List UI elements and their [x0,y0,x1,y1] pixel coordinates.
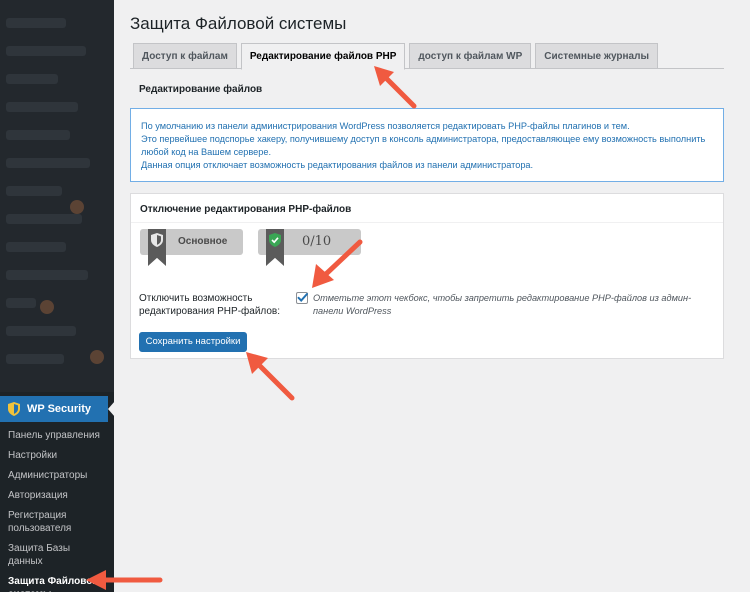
shield-check-icon [269,233,281,247]
notice-line: Данная опция отключает возможность редак… [141,160,534,170]
sidebar-item-wp-security[interactable]: WP Security [0,396,108,422]
setting-description: Отметьте этот чекбокс, чтобы запретить р… [313,293,692,316]
blurred-menu-area [0,0,114,392]
sidebar-item-filesystem-security[interactable]: Защита Файловой системы [0,572,114,592]
notice-line: Это первейшее подспорье хакеру, получивш… [141,134,706,157]
tab-php-file-editing[interactable]: Редактирование файлов PHP [240,43,406,70]
sidebar-submenu: Панель управления Настройки Администрато… [0,426,114,592]
sidebar-item-user-registration[interactable]: Регистрация пользователя [0,506,114,539]
notice-line: По умолчанию из панели администрирования… [141,121,630,131]
tab-file-access[interactable]: Доступ к файлам [133,43,237,69]
tab-system-logs[interactable]: Системные журналы [535,43,658,69]
page-title: Защита Файловой системы [130,14,347,33]
info-notice: По умолчанию из панели администрирования… [130,108,724,182]
save-settings-button[interactable]: Сохранить настройки [139,332,247,352]
setting-label: Отключить возможность редактирования PHP… [139,293,281,317]
section-heading: Редактирование файлов [139,84,263,95]
security-level-text: Основное [178,236,228,247]
sidebar-item-database-security[interactable]: Защита Базы данных [0,539,114,572]
sidebar-item-administrators[interactable]: Администраторы [0,466,114,486]
shield-icon [8,402,20,416]
tab-bar: Доступ к файлам Редактирование файлов PH… [130,43,724,70]
shield-icon [151,233,163,247]
sidebar-item-settings[interactable]: Настройки [0,446,114,466]
postbox-title: Отключение редактирования PHP-файлов [131,194,723,223]
security-points-badge: 0/10 [258,229,361,266]
sidebar-item-login[interactable]: Авторизация [0,486,114,506]
security-level-badge: Основное [140,229,243,266]
sidebar-item-label: WP Security [27,403,91,415]
security-points-text: 0/10 [302,234,332,249]
sidebar-item-dashboard[interactable]: Панель управления [0,426,114,446]
disable-php-editing-checkbox[interactable] [296,292,308,304]
checkmark-icon [297,293,308,302]
admin-sidebar: WP Security Панель управления Настройки … [0,0,114,592]
current-menu-pointer [108,401,114,417]
tab-wp-file-access[interactable]: доступ к файлам WP [409,43,532,69]
